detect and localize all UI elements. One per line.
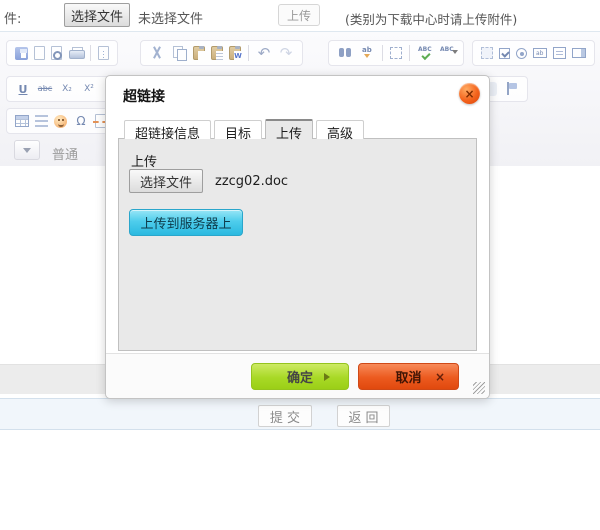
cancel-button[interactable]: 取消 × <box>358 363 459 390</box>
attachment-label: 件: <box>4 8 21 27</box>
hyperlink-dialog: 超链接 × 超链接信息 目标 上传 高级 上传 选择文件 zzcg02.doc … <box>105 75 490 399</box>
upload-note: (类别为下载中心时请上传附件) <box>345 9 517 28</box>
select-all-icon[interactable] <box>390 47 402 59</box>
cancel-x-icon: × <box>435 370 445 384</box>
redo-icon[interactable] <box>278 45 294 61</box>
toolbar-group <box>472 40 595 66</box>
dialog-footer: 确定 取消 × <box>106 353 489 398</box>
submit-bar: 提 交 返 回 <box>0 398 600 430</box>
close-icon: × <box>464 88 474 100</box>
preview-icon[interactable] <box>51 46 62 60</box>
ok-label: 确定 <box>287 371 313 386</box>
spell-check-icon[interactable] <box>417 45 433 61</box>
paste-text-icon[interactable] <box>211 46 223 60</box>
dialog-title: 超链接 <box>123 86 165 106</box>
hidden-field-icon[interactable] <box>481 47 493 59</box>
upload-to-server-button[interactable]: 上传到服务器上 <box>129 209 243 236</box>
toolbar-group <box>328 40 464 66</box>
attachment-row: 件: 选择文件 未选择文件 上传 (类别为下载中心时请上传附件) <box>0 0 600 32</box>
back-button[interactable]: 返 回 <box>337 405 390 427</box>
tab-link-info[interactable]: 超链接信息 <box>124 120 211 139</box>
special-char-icon[interactable] <box>73 113 89 129</box>
screen: 件: 选择文件 未选择文件 上传 (类别为下载中心时请上传附件) 普通 提 交 … <box>0 0 600 530</box>
save-icon[interactable] <box>15 47 28 60</box>
no-file-selected-text: 未选择文件 <box>138 8 203 27</box>
replace-icon[interactable] <box>359 45 375 61</box>
separator <box>248 45 249 61</box>
separator <box>409 45 410 61</box>
strike-icon[interactable] <box>37 81 53 97</box>
toolbar-group <box>6 108 115 134</box>
styles-combo-arrow[interactable] <box>14 140 40 160</box>
find-icon[interactable] <box>337 45 353 61</box>
separator <box>382 45 383 61</box>
new-page-icon[interactable] <box>34 46 45 60</box>
spell-check-menu-icon[interactable] <box>439 45 455 61</box>
close-button[interactable]: × <box>459 83 480 104</box>
cut-icon[interactable] <box>149 45 165 61</box>
tab-target[interactable]: 目标 <box>214 120 262 139</box>
upload-pane: 上传 选择文件 zzcg02.doc 上传到服务器上 <box>118 138 477 351</box>
text-field-icon[interactable] <box>533 48 547 58</box>
choose-file-button[interactable]: 选择文件 <box>64 3 130 27</box>
horizontal-rule-icon[interactable] <box>35 115 48 127</box>
subscript-icon[interactable] <box>59 81 75 97</box>
cancel-label: 取消 <box>395 371 421 386</box>
format-combo-value[interactable]: 普通 <box>52 144 78 163</box>
ok-arrow-icon <box>324 373 334 381</box>
smiley-icon[interactable] <box>54 115 67 128</box>
undo-icon[interactable] <box>256 45 272 61</box>
upload-button[interactable]: 上传 <box>278 4 320 26</box>
toolbar-group <box>140 40 303 66</box>
paste-icon[interactable] <box>193 46 205 60</box>
templates-icon[interactable] <box>98 46 109 60</box>
radio-icon[interactable] <box>516 48 527 59</box>
resize-handle-icon[interactable] <box>473 382 485 394</box>
paste-word-icon[interactable] <box>229 46 241 60</box>
superscript-icon[interactable] <box>81 81 97 97</box>
dialog-tabs: 超链接信息 目标 上传 高级 <box>124 119 367 139</box>
separator <box>90 45 91 61</box>
print-icon[interactable] <box>68 47 83 60</box>
selected-filename: zzcg02.doc <box>215 174 288 189</box>
tab-advanced[interactable]: 高级 <box>316 120 364 139</box>
table-icon[interactable] <box>15 115 29 127</box>
underline-icon[interactable] <box>15 81 31 97</box>
toolbar-group <box>6 40 118 66</box>
chevron-down-icon <box>23 148 31 157</box>
dialog-choose-file-button[interactable]: 选择文件 <box>129 169 203 193</box>
textarea-icon[interactable] <box>553 47 566 59</box>
flag-icon[interactable] <box>503 81 519 97</box>
ok-button[interactable]: 确定 <box>251 363 349 390</box>
tab-upload[interactable]: 上传 <box>265 119 313 139</box>
select-field-icon[interactable] <box>572 48 586 58</box>
copy-icon[interactable] <box>171 45 187 61</box>
upload-field-label: 上传 <box>131 151 157 170</box>
submit-button[interactable]: 提 交 <box>258 405 312 427</box>
checkbox-icon[interactable] <box>499 48 510 59</box>
